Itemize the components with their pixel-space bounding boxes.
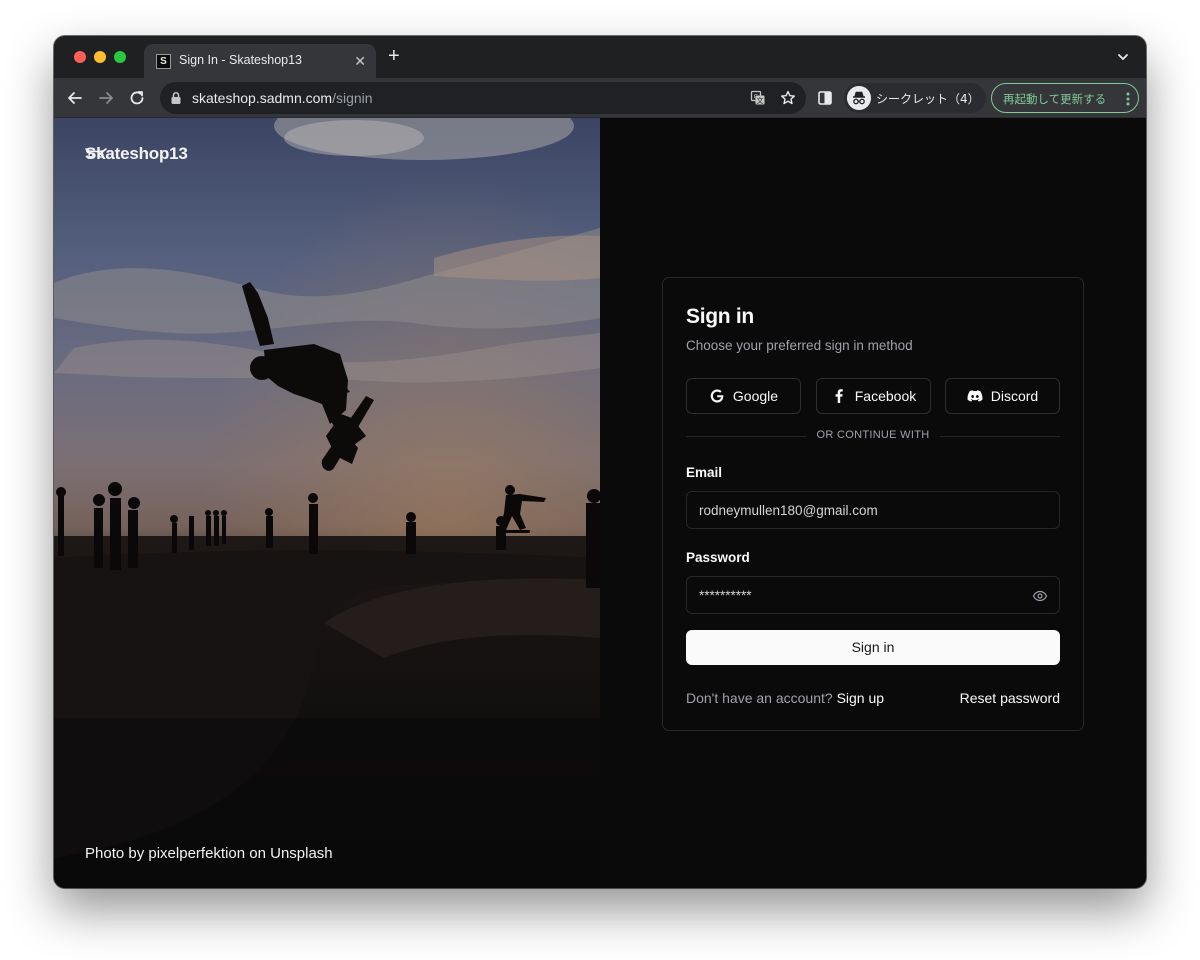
signin-card: Sign in Choose your preferred sign in me…: [662, 277, 1084, 731]
skateboard-icon: [85, 148, 107, 158]
or-divider: OR CONTINUE WITH: [686, 429, 1060, 441]
card-subtitle: Choose your preferred sign in method: [686, 338, 913, 353]
signin-page: Skateshop13 Photo by pixelperfektion on …: [54, 118, 1146, 888]
email-field[interactable]: [686, 491, 1060, 529]
google-icon: [710, 389, 724, 403]
no-account-text: Don't have an account?: [686, 690, 833, 706]
eye-icon[interactable]: [1032, 588, 1048, 604]
address-bar[interactable]: skateshop.sadmn.com/signin 文 G: [160, 82, 806, 114]
facebook-label: Facebook: [854, 388, 917, 404]
incognito-icon: [847, 86, 871, 110]
google-signin-button[interactable]: Google: [686, 378, 801, 414]
minimize-window-button[interactable]: [94, 51, 106, 63]
incognito-label: シークレット（4）: [876, 92, 980, 106]
facebook-icon: [835, 389, 843, 403]
side-panel-icon[interactable]: [818, 91, 832, 105]
incognito-profile-button[interactable]: シークレット（4）: [844, 83, 986, 113]
zoom-window-button[interactable]: [114, 51, 126, 63]
signup-prompt: Don't have an account? Sign up: [686, 690, 884, 706]
signin-button[interactable]: Sign in: [686, 630, 1060, 665]
facebook-signin-button[interactable]: Facebook: [816, 378, 931, 414]
discord-label: Discord: [990, 388, 1039, 404]
google-label: Google: [732, 388, 779, 404]
tab-title: Sign In - Skateshop13: [179, 53, 302, 67]
divider-label: OR CONTINUE WITH: [816, 429, 930, 441]
lock-icon[interactable]: [170, 91, 182, 105]
tab-favicon-icon: S: [156, 54, 171, 69]
password-label: Password: [686, 550, 750, 565]
card-title: Sign in: [686, 305, 754, 328]
close-window-button[interactable]: [74, 51, 86, 63]
hero-photo: Skateshop13 Photo by pixelperfektion on …: [54, 118, 600, 888]
reload-icon[interactable]: [128, 89, 146, 107]
new-tab-icon[interactable]: +: [388, 46, 400, 66]
star-icon[interactable]: [780, 90, 796, 106]
url-text[interactable]: skateshop.sadmn.com/signin: [192, 90, 373, 106]
reset-password-link[interactable]: Reset password: [960, 690, 1060, 706]
close-tab-icon[interactable]: ✕: [354, 53, 366, 69]
tab-strip: S Sign In - Skateshop13 ✕ +: [54, 36, 1146, 78]
signup-link[interactable]: Sign up: [837, 690, 884, 706]
skatepark-sunset-photo: [54, 118, 600, 888]
browser-window: S Sign In - Skateshop13 ✕ + skateshop.sa…: [54, 36, 1146, 888]
restart-to-update-button[interactable]: 再起動して更新する: [991, 83, 1139, 113]
browser-toolbar: skateshop.sadmn.com/signin 文 G シークレット（4）…: [54, 78, 1146, 118]
discord-icon: [967, 390, 983, 402]
discord-signin-button[interactable]: Discord: [945, 378, 1060, 414]
tab-search-chevron-icon[interactable]: [1116, 50, 1130, 64]
kebab-menu-icon[interactable]: [1126, 91, 1130, 107]
svg-text:G: G: [754, 94, 759, 101]
browser-tab[interactable]: S Sign In - Skateshop13 ✕: [144, 44, 376, 78]
photo-credit[interactable]: Photo by pixelperfektion on Unsplash: [85, 845, 333, 862]
translate-icon[interactable]: 文 G: [750, 90, 766, 106]
arrow-right-icon[interactable]: [97, 89, 115, 107]
email-label: Email: [686, 465, 723, 480]
restart-label: 再起動して更新する: [1003, 92, 1107, 106]
arrow-left-icon[interactable]: [66, 89, 84, 107]
password-field[interactable]: [686, 576, 1060, 614]
brand-logo-link[interactable]: Skateshop13: [85, 144, 188, 164]
